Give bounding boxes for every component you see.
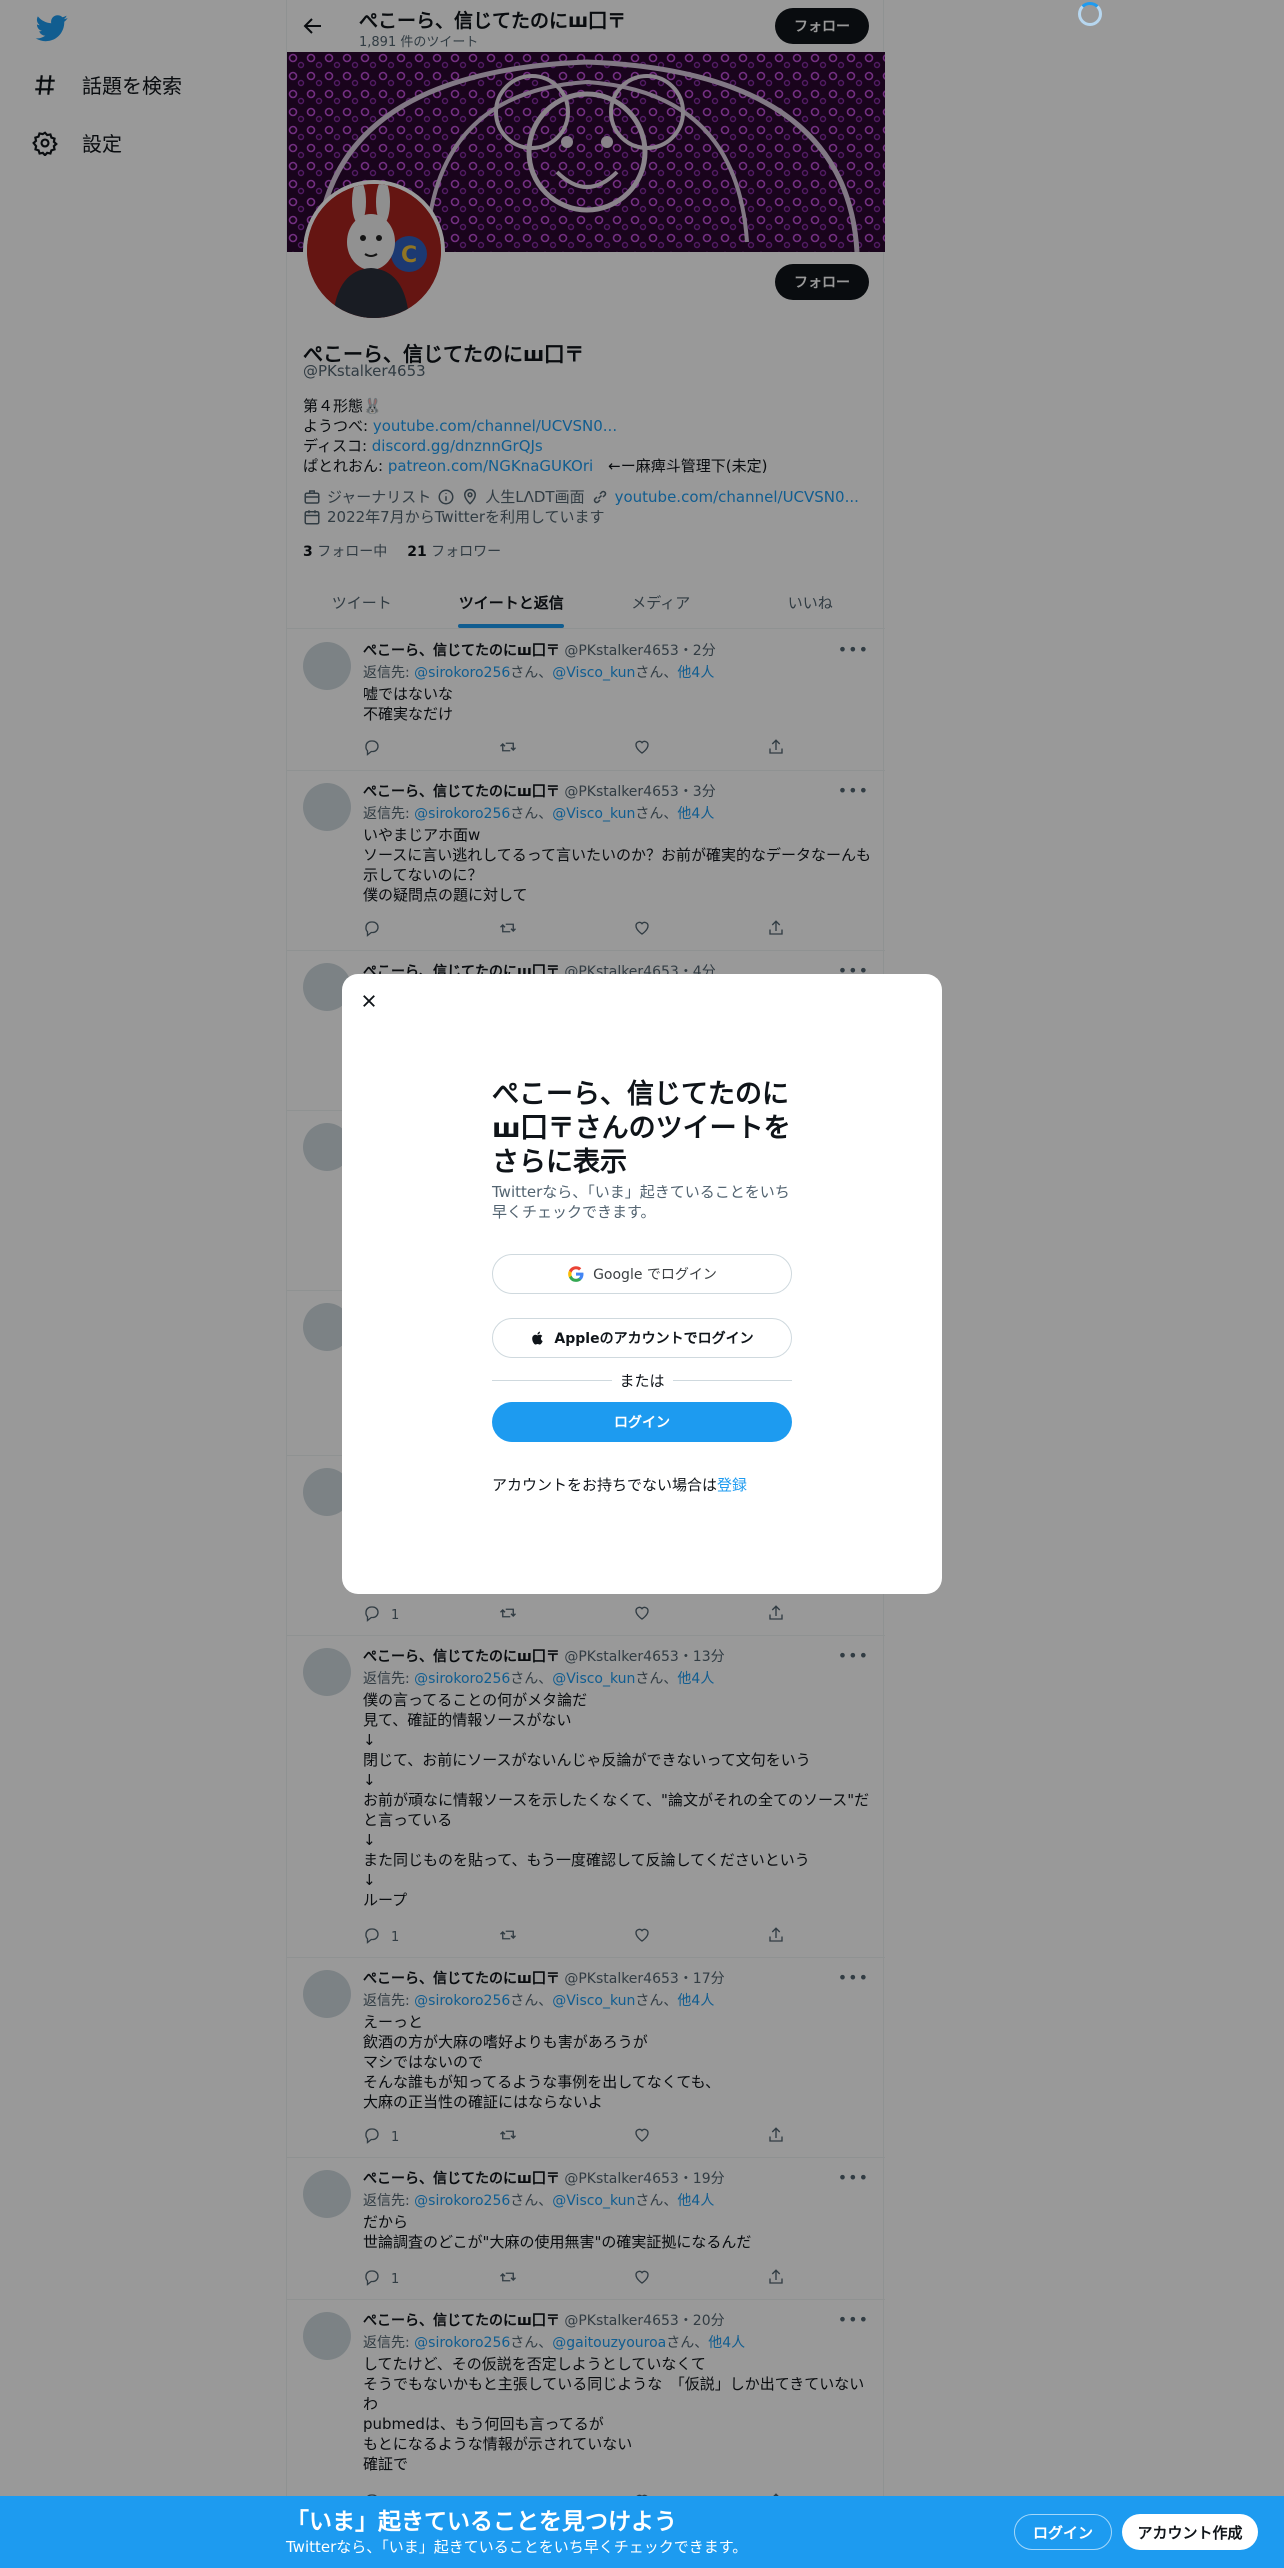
or-label: または xyxy=(619,1371,665,1390)
close-button[interactable] xyxy=(354,986,384,1016)
bottom-signup-bar: 「いま」起きていることを見つけよう Twitterなら、「いま」起きていることを… xyxy=(0,2496,1284,2568)
close-icon xyxy=(363,995,375,1007)
login-modal: ぺこーら、信じてたのにш囗〒さんのツイートをさらに表示 Twitterなら、「い… xyxy=(342,974,942,1594)
bottom-bar-subtitle: Twitterなら、「いま」起きていることをいち早くチェックできます。 xyxy=(286,2538,748,2556)
signup-prompt-text: アカウントをお持ちでない場合は xyxy=(492,1476,718,1494)
bottom-bar-title: 「いま」起きていることを見つけよう xyxy=(286,2509,677,2535)
modal-login-button[interactable]: ログイン xyxy=(492,1402,792,1442)
modal-title: ぺこーら、信じてたのにш囗〒さんのツイートをさらに表示 xyxy=(492,1079,791,1178)
loading-spinner-icon xyxy=(1078,2,1102,26)
or-divider: または xyxy=(492,1370,793,1390)
apple-login-label: Appleのアカウントでログイン xyxy=(554,1331,754,1347)
apple-logo-icon xyxy=(532,1331,544,1345)
google-logo-icon xyxy=(568,1266,584,1282)
apple-login-button[interactable]: Appleのアカウントでログイン xyxy=(492,1318,792,1358)
google-login-button[interactable]: Google でログイン xyxy=(492,1254,792,1294)
google-login-label: Google でログイン xyxy=(593,1267,717,1283)
signup-link[interactable]: 登録 xyxy=(717,1476,747,1494)
bottom-login-button[interactable]: ログイン xyxy=(1014,2514,1112,2550)
divider-line xyxy=(492,1379,612,1381)
modal-subtitle: Twitterなら、「いま」起きていることをいち早くチェックできます。 xyxy=(492,1183,790,1221)
signup-prompt: アカウントをお持ちでない場合は登録 xyxy=(492,1474,747,1495)
page: 話題を検索 設定 ぺこーら、信じてたのにш囗〒 1,891 件のツイート フォロ… xyxy=(0,0,1284,2568)
bottom-signup-button[interactable]: アカウント作成 xyxy=(1122,2514,1258,2550)
divider-line xyxy=(672,1379,793,1381)
